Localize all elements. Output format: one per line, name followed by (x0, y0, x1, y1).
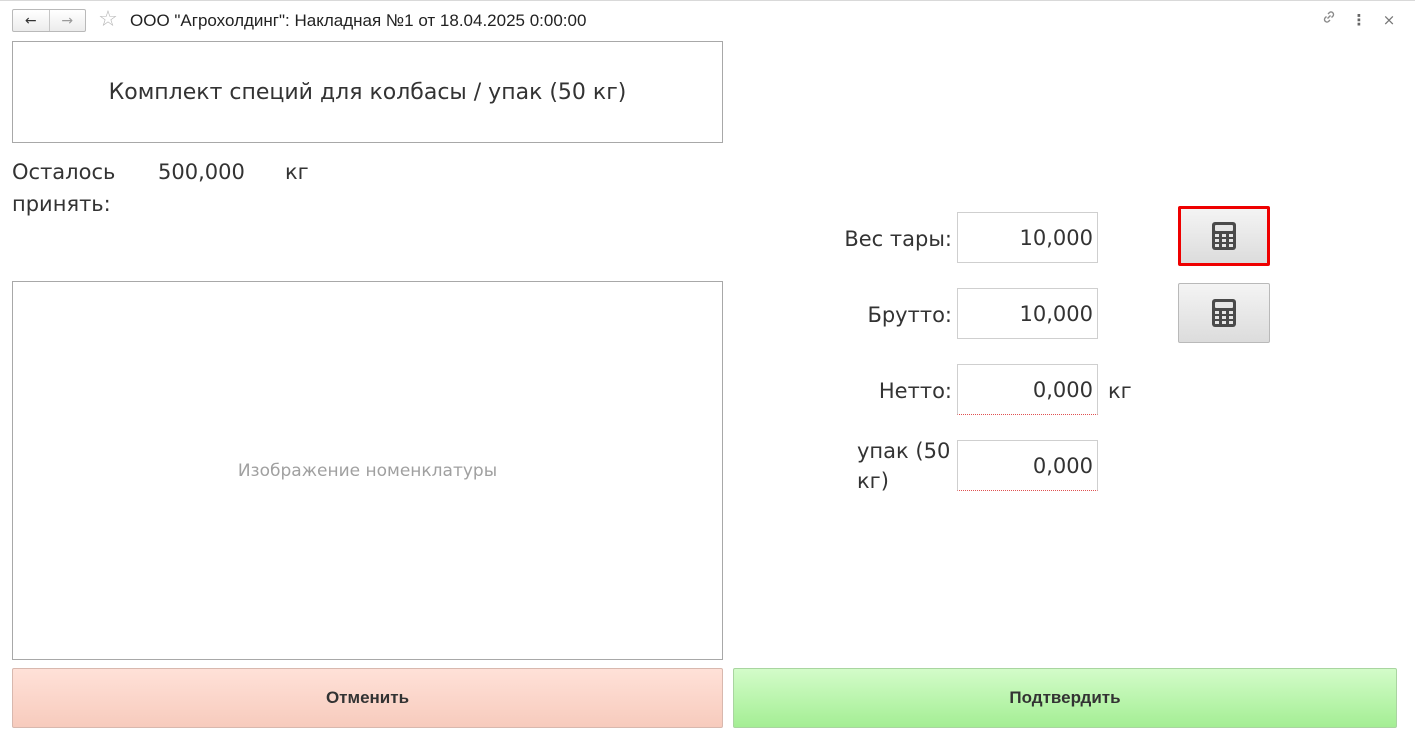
navigation-buttons: ← → (12, 9, 86, 32)
link-icon[interactable] (1318, 9, 1340, 31)
net-label: Нетто: (878, 379, 952, 403)
cancel-button-label: Отменить (325, 688, 410, 707)
tare-calculator-button[interactable] (1178, 206, 1270, 266)
pack-input[interactable] (957, 440, 1098, 491)
back-button[interactable]: ← (13, 10, 50, 31)
gross-label: Брутто: (867, 303, 952, 327)
remain-value: 500,000 (158, 160, 245, 184)
tare-input[interactable] (957, 212, 1098, 263)
gross-calculator-button[interactable] (1178, 283, 1270, 343)
calculator-icon (1212, 299, 1236, 327)
item-name: Комплект специй для колбасы / упак (50 к… (108, 79, 627, 105)
link-icon-glyph (1323, 11, 1335, 23)
confirm-button-label: Подтвердить (1009, 688, 1121, 707)
favorite-star-icon[interactable]: ☆ (96, 8, 120, 32)
remain-label: Осталось принять: (12, 160, 116, 216)
net-unit: кг (1108, 379, 1132, 403)
forward-button[interactable]: → (50, 10, 86, 31)
remain-unit: кг (285, 160, 309, 184)
window-top-border (0, 0, 1415, 1)
close-icon[interactable]: × (1378, 9, 1400, 31)
gross-input[interactable] (957, 288, 1098, 339)
tare-label: Вес тары: (844, 227, 952, 251)
item-name-box: Комплект специй для колбасы / упак (50 к… (12, 41, 723, 143)
more-menu-icon[interactable]: ⋮ (1348, 9, 1370, 31)
item-image-area: Изображение номенклатуры (12, 281, 723, 660)
window-title: ООО "Агрохолдинг": Накладная №1 от 18.04… (130, 11, 587, 30)
pack-label: упак (50 кг) (857, 439, 951, 493)
calculator-icon (1212, 222, 1236, 250)
confirm-button[interactable]: Подтвердить (733, 668, 1397, 728)
net-input[interactable] (957, 364, 1098, 415)
image-placeholder-text: Изображение номенклатуры (237, 460, 498, 481)
cancel-button[interactable]: Отменить (12, 668, 723, 728)
